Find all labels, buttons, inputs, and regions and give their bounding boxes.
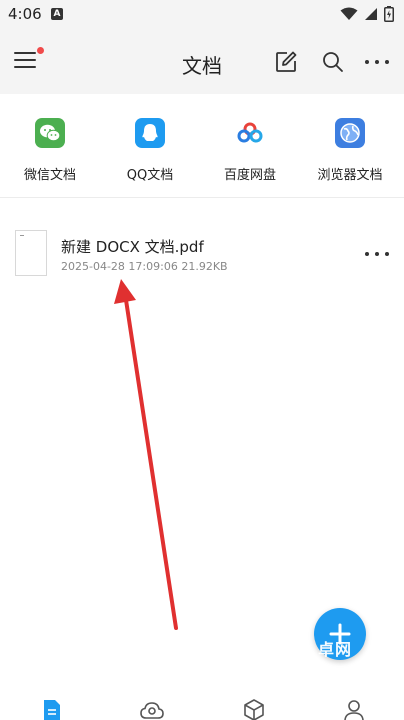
- baidu-netdisk-icon: [235, 118, 265, 148]
- search-icon[interactable]: [321, 50, 345, 74]
- source-qq[interactable]: QQ文档: [100, 118, 200, 188]
- qq-icon: [135, 118, 165, 148]
- status-bar: 4:06 A: [0, 0, 404, 30]
- status-time: 4:06: [8, 5, 42, 23]
- source-label: 微信文档: [23, 168, 76, 183]
- wifi-icon: [340, 7, 358, 20]
- file-meta: 2025-04-28 17:09:06 21.92KB: [61, 260, 228, 273]
- source-baidu-netdisk[interactable]: 百度网盘: [200, 118, 300, 188]
- signal-icon: [365, 8, 377, 20]
- wechat-icon: [35, 118, 65, 148]
- source-browser[interactable]: 浏览器文档: [300, 118, 400, 188]
- profile-icon[interactable]: [342, 698, 366, 720]
- pdf-file-thumbnail: [15, 230, 47, 276]
- source-label: 浏览器文档: [317, 168, 383, 183]
- tools-icon[interactable]: [242, 698, 266, 720]
- more-icon[interactable]: [364, 54, 390, 70]
- bottom-nav: [0, 690, 404, 720]
- file-more-icon[interactable]: [364, 250, 390, 258]
- watermark: 卓网: [318, 640, 353, 659]
- cloud-icon[interactable]: [140, 698, 164, 720]
- source-wechat[interactable]: 微信文档: [0, 118, 100, 188]
- app-bar: 文档: [0, 30, 404, 94]
- status-indicators: [340, 6, 394, 22]
- edit-icon[interactable]: [274, 50, 298, 74]
- source-label: QQ文档: [126, 168, 174, 183]
- file-name: 新建 DOCX 文档.pdf: [61, 238, 204, 256]
- browser-icon: [335, 118, 365, 148]
- documents-icon[interactable]: [40, 698, 64, 720]
- source-label: 百度网盘: [223, 168, 276, 183]
- source-grid: 微信文档 QQ文档 百度网盘 浏览器文档: [0, 94, 404, 198]
- battery-icon: [384, 6, 394, 22]
- file-row[interactable]: 新建 DOCX 文档.pdf 2025-04-28 17:09:06 21.92…: [0, 222, 404, 280]
- notification-app-icon: A: [51, 8, 63, 20]
